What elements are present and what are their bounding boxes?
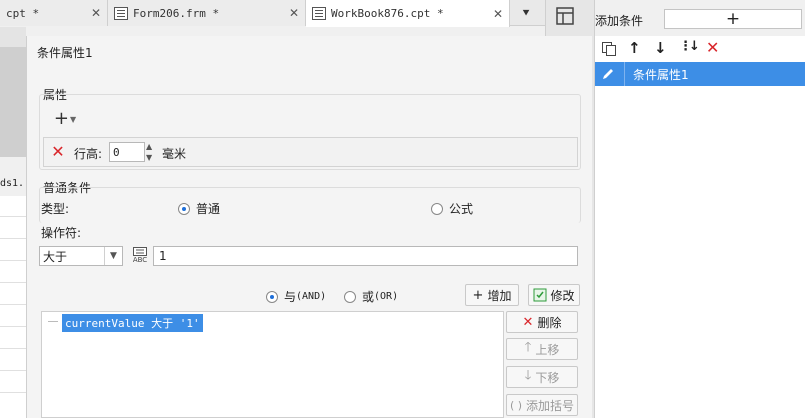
tab-label: cpt *	[6, 6, 40, 20]
move-bottom-icon[interactable]: ⋮↓	[679, 39, 700, 54]
tree-line	[48, 321, 58, 322]
row-height-unit: 毫米	[162, 147, 187, 161]
pencil-icon	[603, 69, 613, 79]
modify-icon	[533, 288, 547, 302]
condition-list-panel: 添加条件 + ↑ ↓ ⋮↓ ✕ 条件属性1	[594, 0, 805, 418]
value-type-icon[interactable]: ABC	[129, 244, 151, 266]
move-down-icon[interactable]: ↓	[654, 39, 667, 57]
delete-condition-icon[interactable]: ✕	[706, 40, 719, 56]
close-icon[interactable]: ✕	[91, 6, 101, 20]
logic-or-radio[interactable]: 或 (OR)	[344, 288, 398, 305]
type-label: 类型:	[41, 202, 70, 216]
copy-icon[interactable]	[601, 41, 617, 57]
sheet-remnant	[0, 196, 26, 418]
dialog-title: 条件属性1	[37, 46, 93, 60]
bracket-icon: ( )	[509, 398, 523, 412]
condition-dialog: 条件属性1 属性 + ▼ ✕ 行高: 0 ▲ ▼ 毫米 普通条件 类型: 普通 公式…	[26, 36, 592, 418]
tab-workbook876[interactable]: WorkBook876.cpt * ✕	[306, 0, 510, 27]
row-height-stepper[interactable]: ▲ ▼	[146, 142, 158, 162]
add-condition-label: 添加条件	[595, 14, 644, 28]
logic-and-radio[interactable]: 与 (AND)	[266, 288, 326, 305]
close-icon[interactable]: ✕	[493, 7, 503, 21]
operator-label: 操作符:	[41, 226, 82, 240]
type-normal-radio[interactable]: 普通	[178, 200, 220, 217]
delete-icon: ✕	[522, 314, 534, 330]
chevron-down-icon: ▼	[104, 247, 122, 265]
panel-header: 添加条件 +	[595, 0, 805, 36]
tab-menu-icon[interactable]: ⯆	[515, 4, 537, 22]
editor-toolbar-remnant	[0, 27, 26, 47]
move-up-icon[interactable]: ↑	[628, 39, 641, 57]
row-height-row: ✕ 行高: 0 ▲ ▼ 毫米	[43, 137, 578, 167]
modify-condition-button[interactable]: 修改	[528, 284, 580, 306]
remove-property-icon[interactable]: ✕	[50, 144, 66, 160]
condition-expression-list[interactable]: currentValue 大于 '1'	[41, 311, 504, 418]
common-condition-group	[39, 187, 581, 223]
move-up-button[interactable]: 🡑 上移	[506, 338, 578, 360]
add-condition-plus-button[interactable]: +	[664, 9, 802, 29]
add-bracket-button[interactable]: ( ) 添加括号	[506, 394, 578, 416]
condition-list-item[interactable]: 条件属性1	[595, 62, 805, 86]
form-file-icon	[114, 6, 128, 20]
delete-button[interactable]: ✕ 删除	[506, 311, 578, 333]
close-icon[interactable]: ✕	[289, 6, 299, 20]
move-down-button[interactable]: 🡓 下移	[506, 366, 578, 388]
add-property-button[interactable]: + ▼	[51, 108, 79, 130]
add-condition-button[interactable]: + 增加	[465, 284, 519, 306]
editor-panel-remnant	[0, 47, 26, 157]
arrow-down-icon: 🡓	[524, 368, 532, 383]
tab-bar: cpt * ✕ Form206.frm * ✕ WorkBook876.cpt …	[0, 0, 545, 27]
workbook-file-icon	[312, 7, 326, 20]
row-height-label: 行高:	[74, 147, 103, 161]
operator-select[interactable]: 大于 ▼	[39, 246, 123, 266]
plus-icon: +	[53, 108, 69, 129]
tab-label: Form206.frm *	[133, 6, 220, 20]
row-height-input[interactable]: 0	[109, 142, 145, 162]
plus-icon: +	[472, 287, 484, 303]
condition-expression-item[interactable]: currentValue 大于 '1'	[62, 314, 203, 332]
tab-form206[interactable]: Form206.frm * ✕	[108, 0, 306, 26]
condition-item-label: 条件属性1	[633, 67, 689, 82]
arrow-up-icon: 🡑	[524, 340, 532, 355]
layout-icon[interactable]	[556, 7, 574, 25]
condition-value-input[interactable]: 1	[153, 246, 578, 266]
tab-label: WorkBook876.cpt *	[331, 7, 444, 20]
tab-cpt[interactable]: cpt * ✕	[0, 0, 108, 26]
panel-toolbar: ↑ ↓ ⋮↓ ✕	[595, 36, 805, 62]
type-formula-radio[interactable]: 公式	[431, 200, 473, 217]
chevron-down-icon: ▼	[69, 114, 77, 124]
sheet-cell-text: ds1.(	[0, 178, 26, 189]
